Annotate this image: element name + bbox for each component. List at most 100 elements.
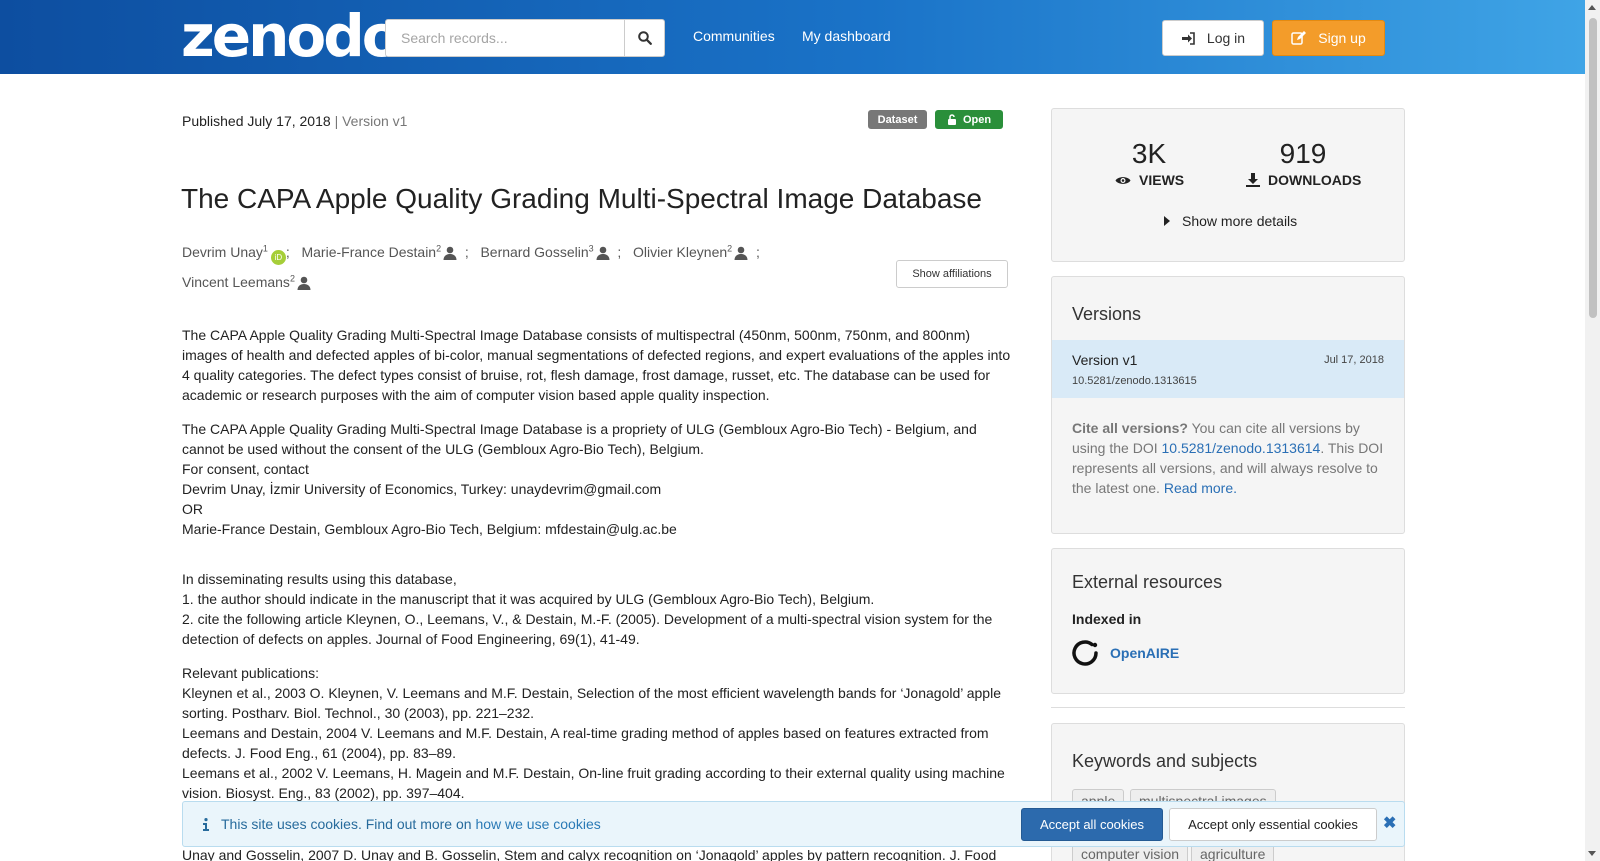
scrollbar[interactable]	[1585, 0, 1600, 861]
author-bernard-gosselin[interactable]: Bernard Gosselin3 ;	[480, 243, 622, 260]
cookie-policy-link[interactable]: how we use cookies	[475, 816, 600, 832]
description-line: Unay and Gosselin, 2007 D. Unay and B. G…	[182, 847, 997, 861]
published-text: Published July 17, 2018	[182, 113, 331, 129]
sidebar-divider	[1051, 707, 1405, 708]
affiliation-number: 2	[727, 243, 733, 253]
publication-date: Published July 17, 2018 | Version v1	[182, 113, 407, 129]
scroll-down-arrow-icon[interactable]	[1588, 851, 1596, 856]
open-access-badge: Open	[935, 110, 1003, 129]
open-badge-label: Open	[962, 113, 992, 126]
signup-button[interactable]: Sign up	[1272, 20, 1385, 56]
signup-label: Sign up	[1318, 30, 1366, 46]
author-name: Devrim Unay	[182, 243, 263, 260]
description-line: 2. cite the following article Kleynen, O…	[182, 611, 993, 647]
description-line: The CAPA Apple Quality Grading Multi-Spe…	[182, 421, 977, 457]
record-description: The CAPA Apple Quality Grading Multi-Spe…	[182, 325, 1012, 817]
views-label: VIEWS	[1115, 172, 1184, 188]
author-separator: ;	[285, 243, 290, 260]
zenodo-logo[interactable]: zenodo	[181, 6, 402, 66]
description-line: 1. the author should indicate in the man…	[182, 591, 875, 607]
cookie-message-text: This site uses cookies. Find out more on	[221, 816, 476, 832]
versions-panel: Versions Version v1 Jul 17, 2018 10.5281…	[1051, 276, 1405, 534]
affiliation-number: 2	[289, 273, 295, 284]
info-icon	[203, 817, 209, 831]
affiliation-number: 1	[262, 243, 268, 253]
nav-communities[interactable]: Communities	[693, 28, 775, 44]
author-name: Olivier Kleynen	[632, 243, 728, 260]
author-separator: ;	[755, 243, 760, 260]
show-more-details-label: Show more details	[1182, 213, 1298, 229]
description-paragraph: The CAPA Apple Quality Grading Multi-Spe…	[182, 327, 1011, 403]
versions-heading: Versions	[1072, 304, 1142, 324]
author-name: Vincent Leemans	[182, 274, 290, 291]
author-name: Bernard Gosselin	[480, 243, 589, 260]
external-resources-heading: External resources	[1072, 572, 1223, 592]
version-date: Jul 17, 2018	[1324, 354, 1384, 366]
stats-panel: 3K VIEWS 919 DOWNLOADS Show more details	[1051, 108, 1405, 262]
author-name: Marie-France Destain	[301, 243, 437, 260]
search-button[interactable]	[624, 19, 665, 57]
concept-doi-link[interactable]: 10.5281/zenodo.1313614	[1162, 440, 1321, 456]
read-more-link[interactable]: Read more.	[1164, 480, 1237, 496]
user-icon	[297, 277, 311, 291]
author-devrim-unay[interactable]: Devrim Unay1iD;	[182, 243, 290, 265]
scroll-up-arrow-icon[interactable]	[1588, 5, 1596, 10]
sign-in-icon	[1181, 31, 1195, 45]
downloads-label: DOWNLOADS	[1246, 172, 1361, 188]
dataset-badge: Dataset	[868, 110, 927, 129]
show-more-details-toggle[interactable]: Show more details	[1164, 213, 1297, 229]
version-row[interactable]: Version v1 Jul 17, 2018 10.5281/zenodo.1…	[1052, 340, 1404, 398]
user-icon	[734, 246, 748, 260]
affiliation-number: 2	[436, 243, 442, 253]
accept-essential-cookies-button[interactable]: Accept only essential cookies	[1169, 808, 1377, 841]
author-marie-france-destain[interactable]: Marie-France Destain2 ;	[301, 243, 469, 260]
caret-right-icon	[1164, 216, 1170, 226]
description-line: Marie-France Destain, Gembloux Agro-Bio …	[182, 521, 677, 537]
version-doi: 10.5281/zenodo.1313615	[1072, 375, 1197, 387]
version-name: Version v1	[1072, 352, 1138, 368]
downloads-label-text: DOWNLOADS	[1268, 172, 1362, 188]
search-icon	[637, 31, 652, 45]
cite-all-bold: Cite all versions?	[1072, 420, 1188, 436]
dataset-badge-label: Dataset	[877, 113, 918, 126]
nav-my-dashboard[interactable]: My dashboard	[802, 28, 891, 44]
scrollbar-thumb[interactable]	[1589, 18, 1597, 318]
version-text: | Version v1	[334, 113, 408, 129]
user-icon	[596, 246, 610, 260]
downloads-count: 919	[1279, 138, 1327, 169]
eye-icon	[1115, 176, 1131, 184]
description-paragraph: The CAPA Apple Quality Grading Multi-Spe…	[182, 419, 1012, 539]
unlock-icon	[947, 114, 956, 125]
show-affiliations-button[interactable]: Show affiliations	[896, 260, 1008, 288]
description-line: Leemans et al., 2002 V. Leemans, H. Mage…	[182, 765, 1005, 801]
record-title: The CAPA Apple Quality Grading Multi-Spe…	[181, 183, 982, 214]
description-line: Kleynen et al., 2003 O. Kleynen, V. Leem…	[182, 685, 1001, 721]
description-line: Devrim Unay, İzmir University of Economi…	[182, 481, 662, 497]
description-paragraph: Relevant publications: Kleynen et al., 2…	[182, 663, 1012, 803]
affiliation-number: 3	[588, 243, 594, 253]
download-icon	[1246, 173, 1260, 187]
login-button[interactable]: Log in	[1162, 20, 1264, 56]
description-line: OR	[182, 501, 203, 517]
description-line: For consent, contact	[182, 461, 309, 477]
author-list: Devrim Unay1iD; Marie-France Destain2 ; …	[182, 235, 792, 296]
user-icon	[443, 246, 457, 260]
cite-all-versions-text: Cite all versions? You can cite all vers…	[1072, 418, 1387, 498]
description-line: In disseminating results using this data…	[182, 571, 457, 587]
login-label: Log in	[1206, 30, 1246, 46]
openaire-link[interactable]: OpenAIRE	[1072, 639, 1179, 667]
description-line: Relevant publications:	[182, 665, 319, 681]
openaire-label: OpenAIRE	[1110, 645, 1180, 661]
author-vincent-leemans[interactable]: Vincent Leemans2	[182, 273, 311, 291]
accept-all-cookies-button[interactable]: Accept all cookies	[1021, 808, 1163, 841]
orcid-icon[interactable]: iD	[270, 249, 286, 265]
author-olivier-kleynen[interactable]: Olivier Kleynen2 ;	[632, 243, 760, 260]
openaire-logo-icon	[1072, 640, 1098, 666]
search-input[interactable]	[385, 19, 625, 57]
author-separator: ;	[617, 243, 622, 260]
keywords-heading: Keywords and subjects	[1072, 751, 1258, 771]
external-resources-panel: External resources Indexed in OpenAIRE	[1051, 548, 1405, 694]
description-paragraph: In disseminating results using this data…	[182, 569, 1012, 649]
views-count: 3K	[1131, 138, 1167, 169]
close-icon[interactable]: ✖	[1383, 813, 1396, 833]
